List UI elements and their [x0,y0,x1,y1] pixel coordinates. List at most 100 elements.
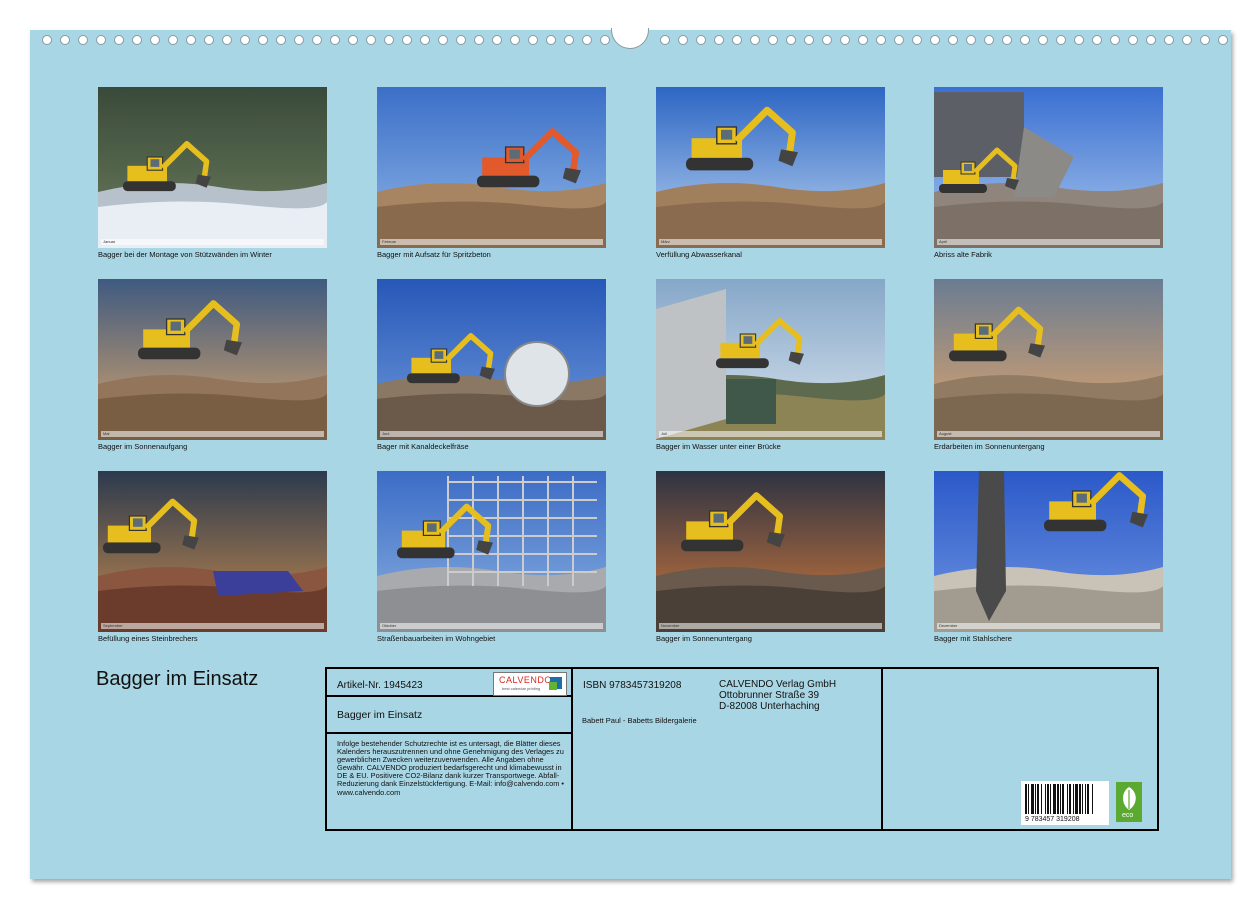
barcode-bar [1082,784,1083,814]
publisher-street: Ottobrunner Straße 39 [719,690,820,701]
barcode-bar [1087,784,1089,814]
author: Babett Paul - Babetts Bildergalerie [582,716,697,725]
month-photo: August [934,279,1163,440]
barcode-bar [1079,784,1081,814]
binding-hole [60,35,70,45]
binding-hole [1182,35,1192,45]
binding-hole [600,35,610,45]
photo-caption: Bagger mit Aufsatz für Spritzbeton [377,250,491,259]
photo-bridge [656,279,885,440]
calendar-strip: November [659,623,882,629]
barcode-bar [1060,784,1061,814]
barcode-bar [1067,784,1068,814]
barcode-bar [1073,784,1074,814]
logo-mark-accent-icon [549,682,557,690]
binding-hole [582,35,592,45]
calendar-strip: März [659,239,882,245]
calendar-strip: Juni [380,431,603,437]
photo-crusher [98,471,327,632]
binding-hole [750,35,760,45]
binding-hole [732,35,742,45]
month-label: Februar [382,239,397,244]
calendar-strip: Februar [380,239,603,245]
binding-hole [150,35,160,45]
barcode-number: 9 783457 319208 [1025,816,1080,823]
barcode-bar [1069,784,1071,814]
binding-hole [168,35,178,45]
binding-hole [186,35,196,45]
binding-hole [402,35,412,45]
publisher-city: D-82008 Unterhaching [719,701,820,712]
barcode-bar [1047,784,1049,814]
barcode-bar [1045,784,1046,814]
calendar-back-page: Januar Bagger bei der Montage von Stützwä… [30,28,1231,879]
photo-shear [934,471,1163,632]
barcode-bar [1035,784,1036,814]
isbn: ISBN 9783457319208 [583,680,682,691]
binding-hole [804,35,814,45]
binding-hole [948,35,958,45]
divider [881,669,883,829]
barcode-bar [1031,784,1034,814]
binding-hole [660,35,670,45]
binding-hole [276,35,286,45]
barcode-bar [1050,784,1051,814]
binding-hole [312,35,322,45]
calendar-strip: Januar [101,239,324,245]
photo-caption: Verfüllung Abwasserkanal [656,250,742,259]
month-photo: Mai [98,279,327,440]
eco-badge: eco [1116,782,1142,822]
calendar-title: Bagger im Einsatz [96,668,259,690]
barcode-bar [1028,784,1029,814]
photo-scaffold [377,471,606,632]
month-photo: Juni [377,279,606,440]
month-label: Juni [382,431,390,436]
info-box: Artikel-Nr. 1945423 CALVENDO best calend… [325,667,1159,831]
binding-hole [984,35,994,45]
month-photo: Oktober [377,471,606,632]
binding-hole [1056,35,1066,45]
binding-hole [330,35,340,45]
calendar-strip: April [937,239,1160,245]
legal-notice: Infolge bestehender Schutzrechte ist es … [337,739,564,797]
photo-mill [377,279,606,440]
binding-hole [1200,35,1210,45]
binding-hole [696,35,706,45]
binding-hole [966,35,976,45]
calendar-strip: September [101,623,324,629]
publisher-name: CALVENDO Verlag GmbH [719,679,837,690]
binding-hole [42,35,52,45]
photo-caption: Bagger mit Stahlschere [934,634,1012,643]
binding-hole [930,35,940,45]
calendar-strip: August [937,431,1160,437]
month-label: Mai [103,431,110,436]
binding-hole [564,35,574,45]
binding-hole [474,35,484,45]
photo-orange [377,87,606,248]
binding-hole [678,35,688,45]
barcode-bar [1092,784,1093,814]
month-photo: April [934,87,1163,248]
binding-hole [222,35,232,45]
month-label: Oktober [382,623,397,628]
month-label: Dezember [939,623,958,628]
barcode-bar [1025,784,1027,814]
binding-hole [420,35,430,45]
barcode: 9 783457 319208 [1021,781,1109,825]
binding-hole [876,35,886,45]
binding-hole [204,35,214,45]
photo-caption: Abriss alte Fabrik [934,250,992,259]
calendar-strip: Juli [659,431,882,437]
binding-hole [78,35,88,45]
month-label: November [661,623,680,628]
photo-demolition [934,87,1163,248]
photo-caption: Bagger bei der Montage von Stützwänden i… [98,250,272,259]
photo-caption: Befüllung eines Steinbrechers [98,634,198,643]
binding-hole [1218,35,1228,45]
month-photo: Juli [656,279,885,440]
binding-hole [858,35,868,45]
logo-tagline: best calendar printing [502,686,541,691]
binding-hole [384,35,394,45]
month-photo: Dezember [934,471,1163,632]
month-label: März [661,239,670,244]
